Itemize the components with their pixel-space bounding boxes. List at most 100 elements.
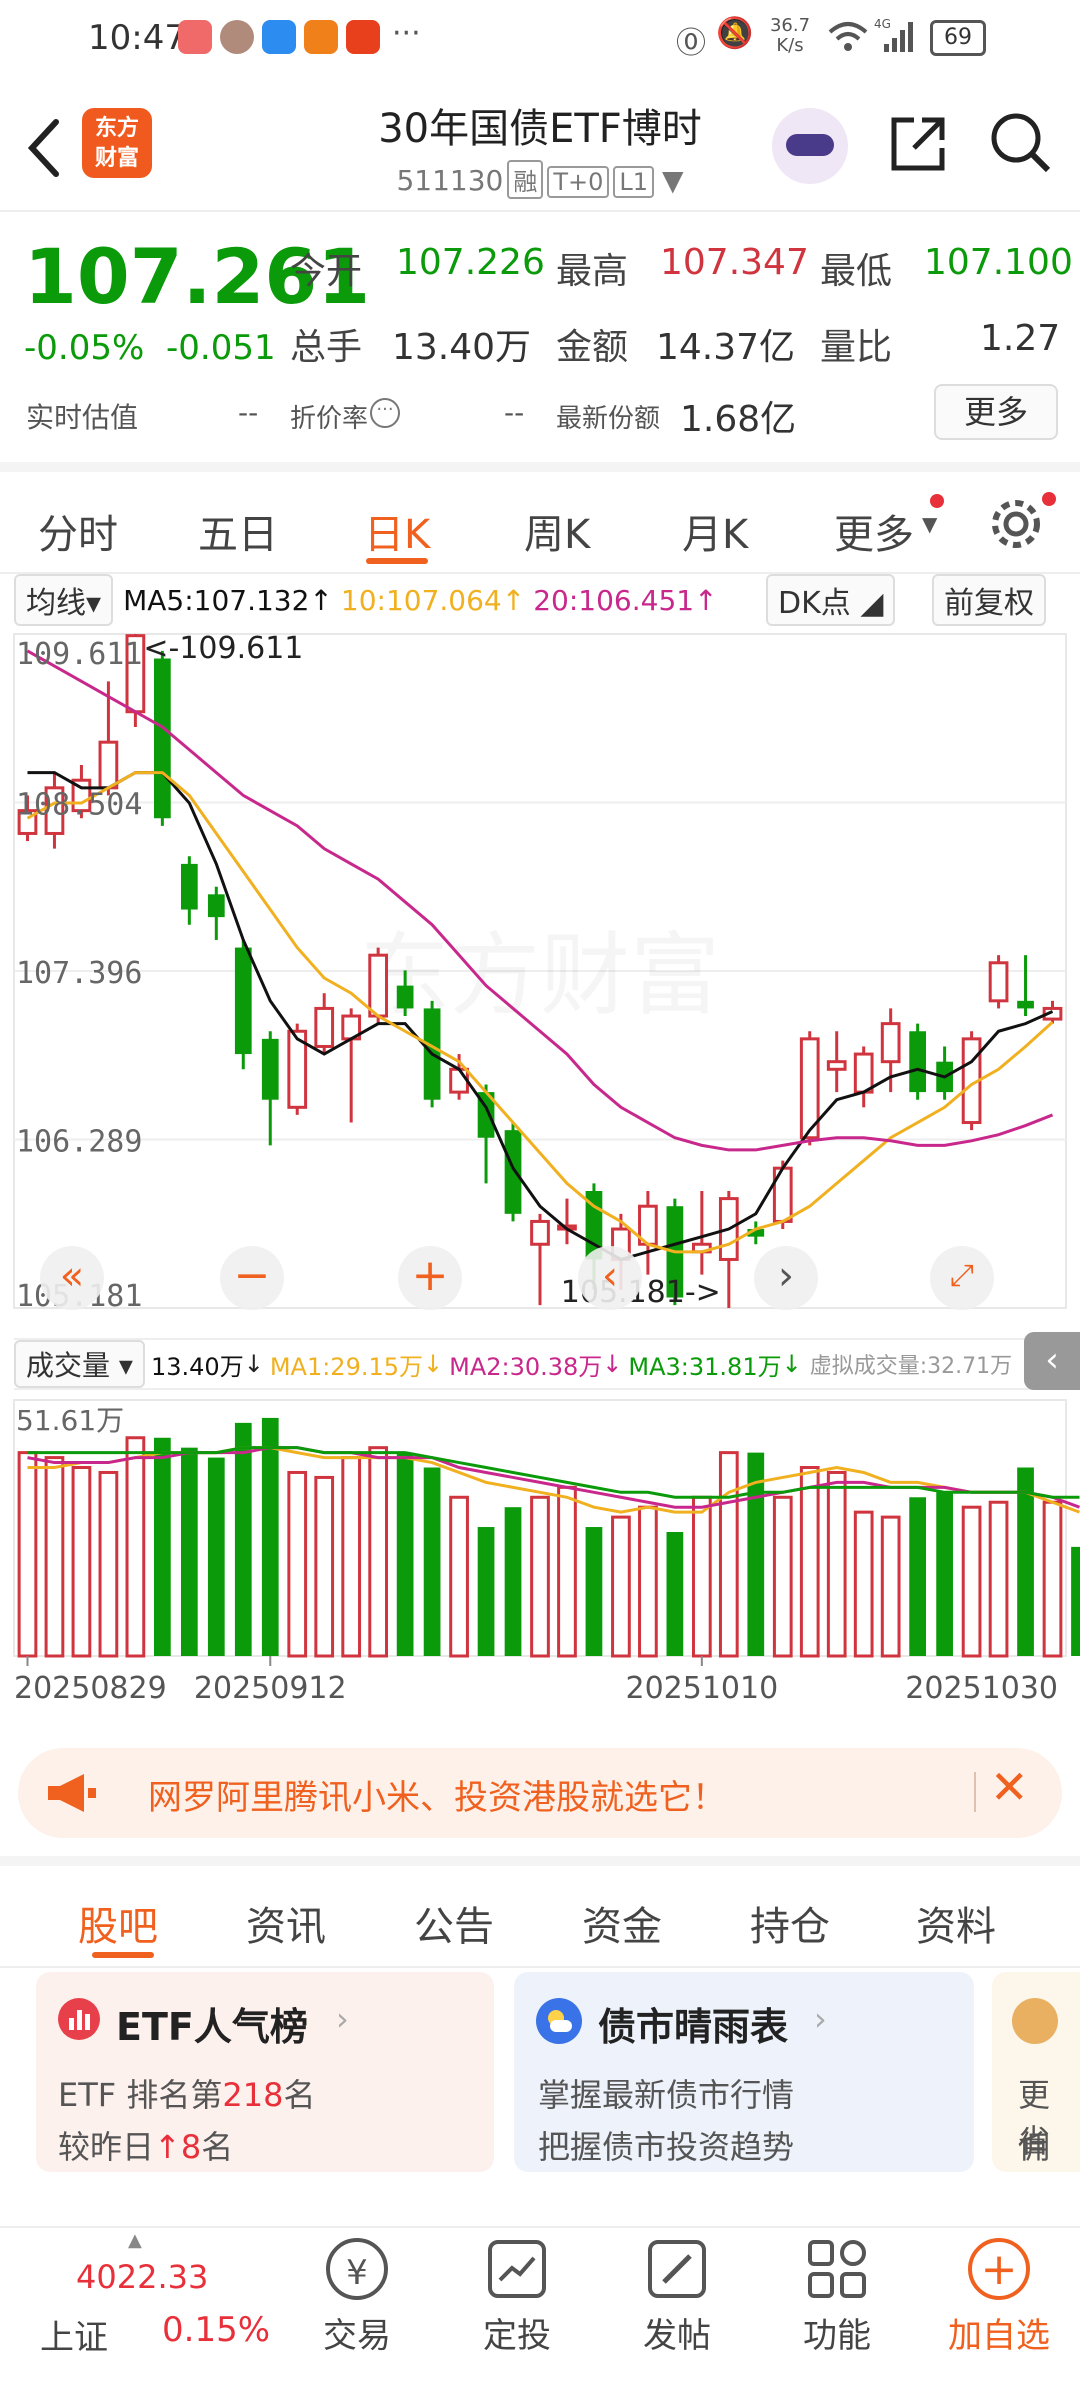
- volume-bar: [1042, 1500, 1063, 1658]
- down-arrow-icon: ↓: [602, 1350, 623, 1378]
- y-tick-label: 107.396: [16, 956, 142, 991]
- tab-five-day[interactable]: 五日: [198, 502, 278, 560]
- mute-icon: 🔕: [716, 16, 754, 51]
- hd-icon: ⓪: [676, 26, 706, 61]
- index-widget[interactable]: ▲ 4022.33 上证 0.15%: [0, 2228, 290, 2402]
- ad-text: 网罗阿里腾讯小米、投资港股就选它！: [148, 1778, 726, 1818]
- volume-bar: [396, 1452, 414, 1656]
- chevron-down-icon[interactable]: ▼: [662, 164, 684, 197]
- vol-ma3-label: MA3:31.81万: [628, 1352, 782, 1381]
- discount-value: --: [504, 396, 525, 429]
- dk-point-button[interactable]: DK点 ◢: [766, 574, 896, 626]
- volume-bar: [287, 1470, 308, 1658]
- tab-announcements[interactable]: 公告: [414, 1894, 494, 1952]
- down-arrow-icon: ↓: [243, 1350, 264, 1378]
- up-arrow-icon: ↑: [154, 2128, 181, 2166]
- shares-label: 最新份额: [556, 404, 661, 434]
- tab-forum[interactable]: 股吧: [78, 1894, 158, 1952]
- card-line-2: 把握债市投资趋势: [538, 2128, 795, 2166]
- commission-card[interactable]: 更省 佣金: [992, 1972, 1080, 2172]
- watermark-logo: 东方财富: [360, 923, 720, 1028]
- yuan-icon: ¥: [326, 2238, 388, 2300]
- candle-body: [368, 953, 389, 1018]
- svg-text:4G: 4G: [874, 17, 891, 31]
- card-line-2: 佣金: [1018, 2128, 1051, 2166]
- fullscreen-icon[interactable]: ⤢: [930, 1246, 994, 1310]
- volume-bar: [153, 1437, 171, 1656]
- bond-weather-card[interactable]: 债市晴雨表 › 掌握最新债市行情 把握债市投资趋势: [514, 1972, 974, 2172]
- nav-label: 功能: [803, 2316, 871, 2356]
- tab-profile[interactable]: 资料: [916, 1894, 996, 1952]
- ma-select[interactable]: 均线▾: [14, 574, 114, 626]
- zoom-out-button[interactable]: −: [220, 1246, 284, 1310]
- volume-select[interactable]: 成交量 ▾: [14, 1340, 145, 1388]
- volume-bar: [853, 1510, 874, 1658]
- status-bar: 10:47 ··· ⓪ 🔕 36.7 K/s 4G 69: [0, 0, 1080, 80]
- tab-daily-k[interactable]: 日K: [364, 502, 430, 560]
- candle-body: [826, 1060, 847, 1071]
- tab-funds[interactable]: 资金: [582, 1894, 662, 1952]
- nav-add-watchlist[interactable]: + 加自选: [924, 2238, 1074, 2357]
- candle-body: [314, 1006, 335, 1048]
- next-button[interactable]: ›: [754, 1246, 818, 1310]
- tab-weekly-k[interactable]: 周K: [524, 502, 590, 560]
- more-button[interactable]: 更多: [934, 384, 1058, 440]
- ad-banner[interactable]: 网罗阿里腾讯小米、投资港股就选它！ ✕: [18, 1748, 1062, 1838]
- change-percent: -0.05%: [24, 328, 145, 368]
- y-tick-label: 108.504: [16, 787, 142, 822]
- chevron-right-icon: ›: [814, 2000, 827, 2038]
- edit-icon: [648, 2240, 706, 2298]
- volume-bar: [666, 1531, 684, 1656]
- gift-notification-icon: [304, 20, 338, 54]
- close-icon[interactable]: ✕: [990, 1760, 1029, 1814]
- assistant-avatar[interactable]: [772, 108, 848, 184]
- etf-popularity-card[interactable]: ETF人气榜 › ETF 排名第218名 较昨日↑8名: [36, 1972, 494, 2172]
- add-icon: +: [968, 2238, 1030, 2300]
- gear-icon[interactable]: [988, 496, 1044, 552]
- volume-chart[interactable]: 51.61万 20250829 20250912 20251010 20251030: [0, 1392, 1080, 1732]
- nav-trade[interactable]: ¥ 交易: [282, 2238, 432, 2357]
- collapse-panel-button[interactable]: ‹: [1024, 1332, 1080, 1390]
- down-arrow-icon: ↓: [781, 1350, 802, 1378]
- ratio-label: 量比: [820, 327, 893, 368]
- shares-value: 1.68亿: [680, 399, 797, 440]
- info-icon[interactable]: ···: [370, 398, 400, 428]
- nav-invest-plan[interactable]: 定投: [442, 2238, 592, 2357]
- tab-holdings[interactable]: 持仓: [750, 1894, 830, 1952]
- vol-ma2-label: MA2:30.38万: [449, 1352, 603, 1381]
- status-time: 10:47: [88, 18, 186, 58]
- settings-dot: [1042, 492, 1056, 506]
- volume-bar: [936, 1492, 953, 1656]
- tab-monthly-k[interactable]: 月K: [682, 502, 748, 560]
- volume-bar: [449, 1495, 469, 1658]
- volume-max-label: 51.61万: [16, 1404, 124, 1437]
- candlestick-chart[interactable]: 东方财富109.611108.504107.396106.289105.181<…: [0, 626, 1080, 1326]
- more-notifications-icon: ···: [392, 16, 421, 51]
- tab-more[interactable]: 更多: [834, 502, 914, 560]
- tab-news[interactable]: 资讯: [246, 1894, 326, 1952]
- volume-bar: [341, 1456, 362, 1658]
- weather-notification-icon: [262, 20, 296, 54]
- volume-bar: [314, 1475, 335, 1658]
- volume-bar: [691, 1495, 712, 1658]
- nav-functions[interactable]: 功能: [762, 2238, 912, 2357]
- search-icon[interactable]: [988, 110, 1054, 176]
- high-label: 最高: [556, 251, 629, 292]
- candle-body: [98, 740, 119, 790]
- rewind-button[interactable]: «: [40, 1246, 104, 1310]
- zoom-in-button[interactable]: +: [398, 1246, 462, 1310]
- nav-label: 发帖: [643, 2316, 711, 2356]
- tab-intraday[interactable]: 分时: [38, 502, 118, 560]
- adjust-button[interactable]: 前复权: [932, 574, 1046, 626]
- share-icon[interactable]: [886, 112, 950, 176]
- trend-chart-icon: [488, 2240, 546, 2298]
- low-value: 107.100: [924, 242, 1073, 283]
- prev-button[interactable]: ‹: [578, 1246, 642, 1310]
- up-arrow-icon: ↑: [501, 583, 526, 617]
- volume-bar: [988, 1500, 1009, 1658]
- nav-post[interactable]: 发帖: [602, 2238, 752, 2357]
- up-arrow-icon: ↑: [309, 583, 333, 617]
- discount-label: 折价率: [290, 404, 369, 434]
- index-change: 0.15%: [162, 2310, 271, 2350]
- new-dot: [930, 494, 944, 508]
